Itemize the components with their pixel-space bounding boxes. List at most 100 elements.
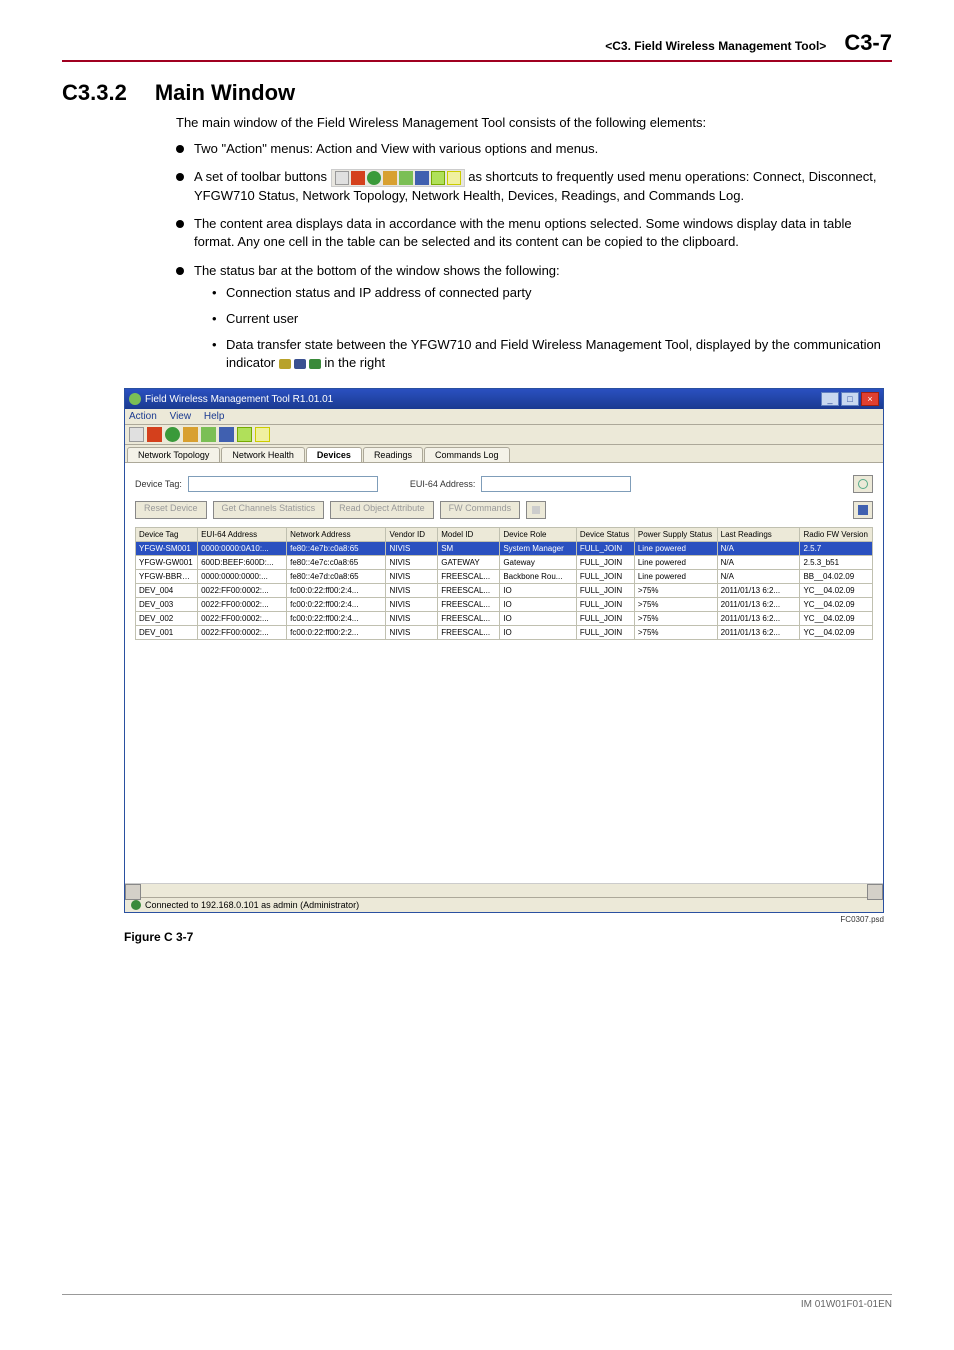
table-cell[interactable]: IO bbox=[500, 584, 577, 598]
menu-action[interactable]: Action bbox=[129, 411, 157, 422]
table-cell[interactable]: DEV_003 bbox=[136, 598, 198, 612]
table-cell[interactable]: YC__04.02.09 bbox=[800, 626, 873, 640]
table-cell[interactable]: DEV_001 bbox=[136, 626, 198, 640]
column-header[interactable]: Last Readings bbox=[717, 528, 800, 542]
table-cell[interactable]: NIVIS bbox=[386, 598, 438, 612]
tb-status-icon[interactable] bbox=[165, 427, 180, 442]
table-cell[interactable]: >75% bbox=[634, 584, 717, 598]
column-header[interactable]: Device Status bbox=[576, 528, 634, 542]
fw-commands-button[interactable]: FW Commands bbox=[440, 501, 521, 519]
table-cell[interactable]: NIVIS bbox=[386, 570, 438, 584]
save-button[interactable] bbox=[853, 501, 873, 519]
table-cell[interactable]: FULL_JOIN bbox=[576, 584, 634, 598]
table-row[interactable]: DEV_0030022:FF00:0002:...fc00:0:22:ff00:… bbox=[136, 598, 873, 612]
table-cell[interactable]: Line powered bbox=[634, 556, 717, 570]
table-row[interactable]: YFGW-BBR0010000:0000:0000:...fe80::4e7d:… bbox=[136, 570, 873, 584]
table-cell[interactable]: FULL_JOIN bbox=[576, 626, 634, 640]
table-row[interactable]: DEV_0040022:FF00:0002:...fc00:0:22:ff00:… bbox=[136, 584, 873, 598]
get-channels-button[interactable]: Get Channels Statistics bbox=[213, 501, 325, 519]
table-cell[interactable]: FULL_JOIN bbox=[576, 542, 634, 556]
table-cell[interactable]: NIVIS bbox=[386, 542, 438, 556]
table-cell[interactable]: >75% bbox=[634, 598, 717, 612]
column-header[interactable]: Model ID bbox=[438, 528, 500, 542]
table-cell[interactable]: YFGW-SM001 bbox=[136, 542, 198, 556]
table-cell[interactable]: FREESCAL... bbox=[438, 626, 500, 640]
table-cell[interactable]: FULL_JOIN bbox=[576, 598, 634, 612]
table-cell[interactable]: Line powered bbox=[634, 542, 717, 556]
table-cell[interactable]: DEV_004 bbox=[136, 584, 198, 598]
column-header[interactable]: Device Tag bbox=[136, 528, 198, 542]
table-cell[interactable]: fc00:0:22:ff00:2:4... bbox=[287, 612, 386, 626]
table-cell[interactable]: Backbone Rou... bbox=[500, 570, 577, 584]
table-cell[interactable]: System Manager bbox=[500, 542, 577, 556]
table-cell[interactable]: FREESCAL... bbox=[438, 598, 500, 612]
table-cell[interactable]: YFGW-BBR001 bbox=[136, 570, 198, 584]
tab-devices[interactable]: Devices bbox=[306, 447, 362, 462]
table-cell[interactable]: YC__04.02.09 bbox=[800, 612, 873, 626]
tab-readings[interactable]: Readings bbox=[363, 447, 423, 462]
tab-network-topology[interactable]: Network Topology bbox=[127, 447, 220, 462]
table-cell[interactable]: NIVIS bbox=[386, 584, 438, 598]
table-row[interactable]: DEV_0020022:FF00:0002:...fc00:0:22:ff00:… bbox=[136, 612, 873, 626]
table-row[interactable]: YFGW-SM0010000:0000:0A10:...fe80::4e7b:c… bbox=[136, 542, 873, 556]
table-cell[interactable]: FREESCAL... bbox=[438, 584, 500, 598]
horizontal-scrollbar[interactable] bbox=[125, 883, 883, 897]
table-cell[interactable]: BB__04.02.09 bbox=[800, 570, 873, 584]
tb-health-icon[interactable] bbox=[201, 427, 216, 442]
table-cell[interactable]: IO bbox=[500, 598, 577, 612]
table-cell[interactable]: NIVIS bbox=[386, 612, 438, 626]
table-cell[interactable]: 0000:0000:0000:... bbox=[198, 570, 287, 584]
reset-device-button[interactable]: Reset Device bbox=[135, 501, 207, 519]
column-header[interactable]: Device Role bbox=[500, 528, 577, 542]
table-cell[interactable]: FREESCAL... bbox=[438, 612, 500, 626]
device-tag-input[interactable] bbox=[188, 476, 378, 492]
table-cell[interactable]: SM bbox=[438, 542, 500, 556]
menu-help[interactable]: Help bbox=[204, 411, 225, 422]
table-cell[interactable]: fe80::4e7d:c0a8:65 bbox=[287, 570, 386, 584]
table-cell[interactable]: N/A bbox=[717, 556, 800, 570]
column-header[interactable]: Power Supply Status bbox=[634, 528, 717, 542]
table-cell[interactable]: IO bbox=[500, 626, 577, 640]
maximize-button[interactable]: □ bbox=[841, 392, 859, 406]
table-cell[interactable]: 600D:BEEF:600D:... bbox=[198, 556, 287, 570]
table-cell[interactable]: 2011/01/13 6:2... bbox=[717, 626, 800, 640]
tb-topology-icon[interactable] bbox=[183, 427, 198, 442]
column-header[interactable]: Vendor ID bbox=[386, 528, 438, 542]
table-cell[interactable]: >75% bbox=[634, 626, 717, 640]
refresh-button[interactable] bbox=[853, 475, 873, 493]
table-cell[interactable]: DEV_002 bbox=[136, 612, 198, 626]
table-cell[interactable]: 0022:FF00:0002:... bbox=[198, 626, 287, 640]
column-header[interactable]: EUI-64 Address bbox=[198, 528, 287, 542]
table-row[interactable]: YFGW-GW001600D:BEEF:600D:...fe80::4e7c:c… bbox=[136, 556, 873, 570]
tb-disconnect-icon[interactable] bbox=[147, 427, 162, 442]
table-cell[interactable]: 0000:0000:0A10:... bbox=[198, 542, 287, 556]
table-cell[interactable]: Gateway bbox=[500, 556, 577, 570]
tb-commands-icon[interactable] bbox=[255, 427, 270, 442]
menu-view[interactable]: View bbox=[170, 411, 192, 422]
minimize-button[interactable]: _ bbox=[821, 392, 839, 406]
table-cell[interactable]: fc00:0:22:ff00:2:2... bbox=[287, 626, 386, 640]
table-cell[interactable]: 0022:FF00:0002:... bbox=[198, 612, 287, 626]
tb-devices-icon[interactable] bbox=[219, 427, 234, 442]
table-row[interactable]: DEV_0010022:FF00:0002:...fc00:0:22:ff00:… bbox=[136, 626, 873, 640]
table-cell[interactable]: fc00:0:22:ff00:2:4... bbox=[287, 598, 386, 612]
table-cell[interactable]: N/A bbox=[717, 542, 800, 556]
table-cell[interactable]: YC__04.02.09 bbox=[800, 598, 873, 612]
table-cell[interactable]: fe80::4e7b:c0a8:65 bbox=[287, 542, 386, 556]
column-header[interactable]: Network Address bbox=[287, 528, 386, 542]
table-cell[interactable]: 2011/01/13 6:2... bbox=[717, 612, 800, 626]
table-cell[interactable]: fe80::4e7c:c0a8:65 bbox=[287, 556, 386, 570]
column-header[interactable]: Radio FW Version bbox=[800, 528, 873, 542]
table-cell[interactable]: 2011/01/13 6:2... bbox=[717, 584, 800, 598]
eui-input[interactable] bbox=[481, 476, 631, 492]
table-cell[interactable]: FULL_JOIN bbox=[576, 570, 634, 584]
table-cell[interactable]: IO bbox=[500, 612, 577, 626]
tab-network-health[interactable]: Network Health bbox=[221, 447, 305, 462]
table-cell[interactable]: 0022:FF00:0002:... bbox=[198, 598, 287, 612]
table-cell[interactable]: GATEWAY bbox=[438, 556, 500, 570]
tb-connect-icon[interactable] bbox=[129, 427, 144, 442]
table-cell[interactable]: FREESCAL... bbox=[438, 570, 500, 584]
table-cell[interactable]: NIVIS bbox=[386, 626, 438, 640]
table-cell[interactable]: FULL_JOIN bbox=[576, 556, 634, 570]
table-cell[interactable]: fc00:0:22:ff00:2:4... bbox=[287, 584, 386, 598]
